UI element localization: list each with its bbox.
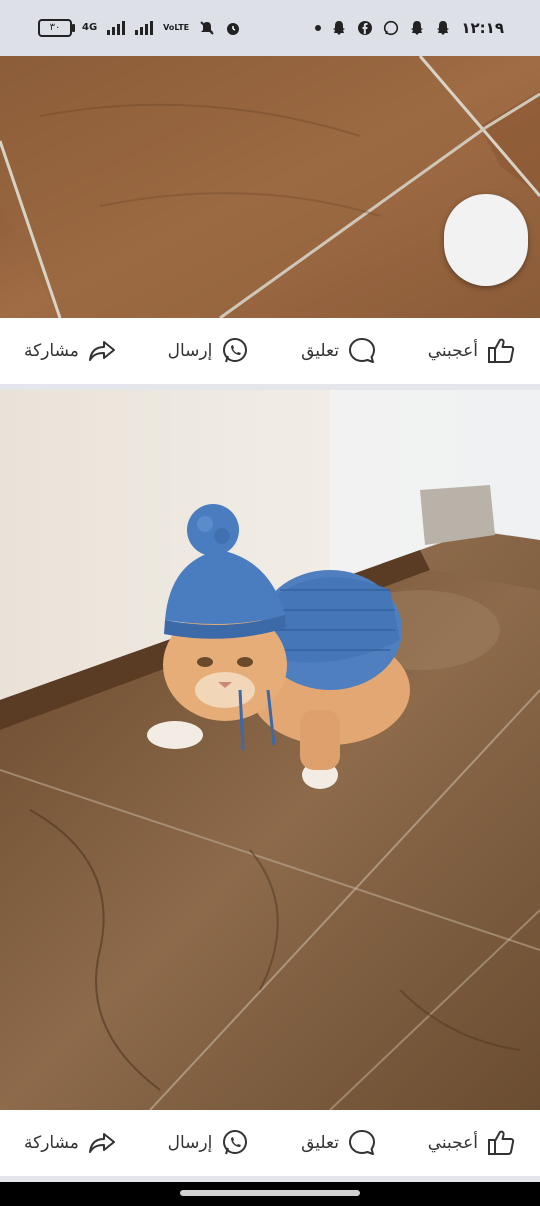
post-actions-bar: مشاركة إرسال تعليق أعجبني: [0, 318, 540, 384]
status-bar-left: ٣٠ 4G VoLTE: [38, 19, 241, 37]
signal-icon: [135, 21, 154, 35]
comment-icon: [348, 338, 375, 363]
comment-icon: [348, 1130, 375, 1155]
post-image-wood-floor[interactable]: [0, 56, 540, 318]
send-label: إرسال: [167, 341, 213, 361]
thumbs-up-icon: [488, 1130, 515, 1155]
volte-icon: VoLTE: [163, 23, 190, 32]
status-bar: ٣٠ 4G VoLTE ١٢:١٩: [0, 0, 540, 56]
post-actions-bar: مشاركة إرسال تعليق أعجبني: [0, 1110, 540, 1176]
system-nav-bar: [0, 1182, 540, 1206]
share-icon: [88, 341, 115, 361]
network-type: 4G: [82, 22, 98, 33]
whatsapp-icon: [223, 1130, 248, 1155]
wood-floor-illustration: [0, 56, 540, 318]
comment-button[interactable]: تعليق: [301, 336, 377, 366]
comment-label: تعليق: [301, 1133, 339, 1153]
share-button[interactable]: مشاركة: [24, 1128, 117, 1158]
thumbs-up-icon: [488, 338, 515, 363]
status-time: ١٢:١٩: [461, 19, 504, 37]
share-label: مشاركة: [24, 341, 79, 361]
status-bar-right: ١٢:١٩: [315, 19, 504, 37]
mute-icon: [200, 21, 214, 35]
like-label: أعجبني: [427, 341, 478, 361]
snapchat-icon: [411, 21, 424, 35]
comment-button[interactable]: تعليق: [301, 1128, 377, 1158]
like-button[interactable]: أعجبني: [428, 1128, 516, 1158]
snapchat-icon: [333, 21, 346, 35]
like-button[interactable]: أعجبني: [428, 336, 516, 366]
cat-photo-illustration: [0, 390, 540, 1110]
whatsapp-icon: [223, 338, 248, 363]
battery-icon: ٣٠: [38, 19, 75, 37]
share-icon: [88, 1133, 115, 1153]
comment-label: تعليق: [301, 341, 339, 361]
send-button[interactable]: إرسال: [168, 1128, 251, 1158]
share-button[interactable]: مشاركة: [24, 336, 117, 366]
like-label: أعجبني: [427, 1133, 478, 1153]
home-indicator[interactable]: [180, 1190, 360, 1196]
whatsapp-icon: [384, 20, 399, 36]
battery-level: ٣٠: [49, 22, 61, 33]
snapchat-icon: [437, 21, 450, 35]
post-image-cat[interactable]: [0, 390, 540, 1110]
floating-chat-bubble[interactable]: [444, 194, 528, 286]
send-label: إرسال: [167, 1133, 213, 1153]
dot-icon: [315, 25, 322, 31]
send-button[interactable]: إرسال: [168, 336, 251, 366]
facebook-icon: [358, 21, 373, 35]
alarm-icon: [227, 23, 240, 35]
signal-icon: [107, 21, 126, 35]
share-label: مشاركة: [24, 1133, 79, 1153]
